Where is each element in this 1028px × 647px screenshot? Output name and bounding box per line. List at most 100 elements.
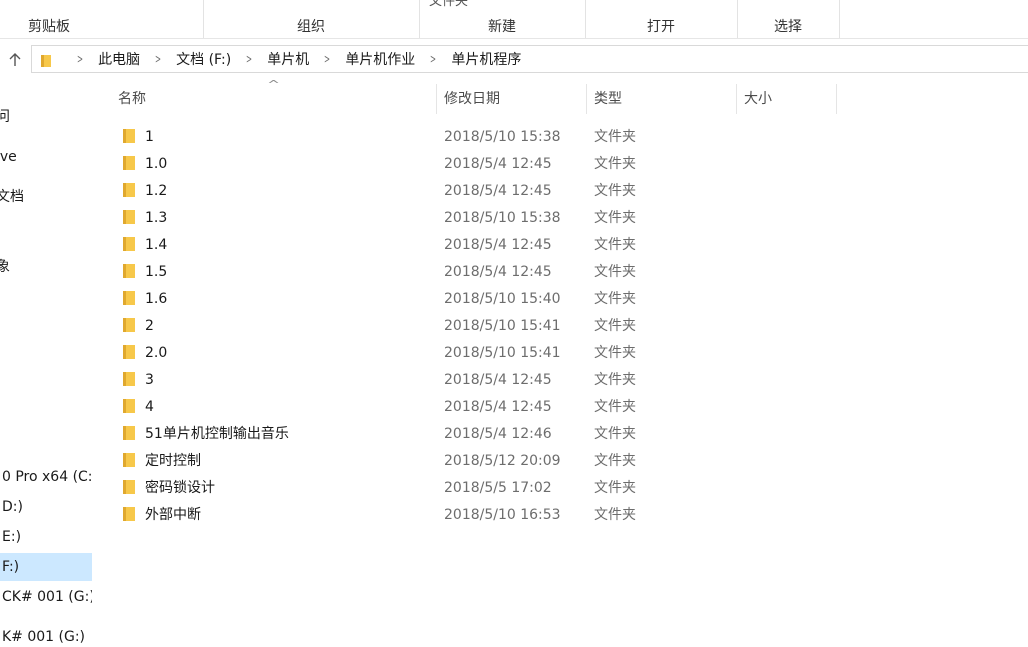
column-divider[interactable]: [736, 84, 737, 114]
folder-icon: [123, 344, 135, 360]
folder-icon: [123, 506, 135, 522]
table-row[interactable]: 外部中断 2018/5/10 16:53 文件夹: [96, 501, 856, 528]
file-date: 2018/5/5 17:02: [444, 480, 552, 496]
column-divider[interactable]: [836, 84, 837, 114]
folder-icon: [123, 236, 135, 252]
table-row[interactable]: 1.0 2018/5/4 12:45 文件夹: [96, 150, 856, 177]
file-type: 文件夹: [594, 264, 636, 280]
file-type: 文件夹: [594, 129, 636, 145]
file-type: 文件夹: [594, 507, 636, 523]
column-header-name[interactable]: 名称: [118, 80, 146, 116]
ribbon: 剪贴板 组织 文件夹 新建 打开 选择: [0, 0, 1028, 39]
file-name: 51单片机控制输出音乐: [145, 426, 289, 442]
folder-icon: [123, 317, 135, 333]
nav-item-label: 文档: [0, 189, 24, 205]
nav-item[interactable]: CK# 001 (G:): [0, 583, 92, 611]
table-row[interactable]: 3 2018/5/4 12:45 文件夹: [96, 366, 856, 393]
folder-icon: [123, 209, 135, 225]
table-row[interactable]: 51单片机控制输出音乐 2018/5/4 12:46 文件夹: [96, 420, 856, 447]
table-row[interactable]: 1.2 2018/5/4 12:45 文件夹: [96, 177, 856, 204]
nav-item-label: ive: [0, 149, 17, 165]
file-date: 2018/5/12 20:09: [444, 453, 561, 469]
ribbon-group-organize[interactable]: 组织: [203, 0, 420, 38]
address-bar[interactable]: > 此电脑 > 文档 (F:) > 单片机 > 单片机作业 > 单片机程序: [31, 45, 1028, 73]
file-name: 4: [145, 399, 154, 415]
folder-icon: [123, 128, 135, 144]
column-header-type[interactable]: 类型: [594, 80, 622, 116]
file-type: 文件夹: [594, 345, 636, 361]
file-type: 文件夹: [594, 453, 636, 469]
ribbon-group-clipboard[interactable]: 剪贴板: [0, 0, 204, 38]
nav-item-label: F:): [2, 559, 20, 575]
nav-item-label: D:): [2, 499, 23, 515]
file-type: 文件夹: [594, 237, 636, 253]
nav-item[interactable]: K# 001 (G:): [0, 623, 92, 647]
file-date: 2018/5/4 12:45: [444, 237, 552, 253]
table-row[interactable]: 密码锁设计 2018/5/5 17:02 文件夹: [96, 474, 856, 501]
table-row[interactable]: 1 2018/5/10 15:38 文件夹: [96, 123, 856, 150]
nav-item[interactable]: 0 Pro x64 (C:: [0, 463, 92, 491]
nav-item-label: CK# 001 (G:): [2, 589, 92, 605]
navigation-pane: 问 ive 文档象 0 Pro x64 (C: D:) E:) F:) CK# 001 (G:…: [0, 80, 92, 647]
nav-item[interactable]: 文档: [0, 183, 92, 211]
file-date: 2018/5/10 16:53: [444, 507, 561, 523]
file-name: 3: [145, 372, 154, 388]
chevron-right-icon[interactable]: >: [77, 52, 83, 66]
arrow-up-icon[interactable]: [4, 49, 26, 71]
file-type: 文件夹: [594, 183, 636, 199]
file-type: 文件夹: [594, 156, 636, 172]
nav-item[interactable]: 问: [0, 103, 92, 131]
ribbon-group-select[interactable]: 选择: [737, 0, 840, 38]
nav-item[interactable]: D:): [0, 493, 92, 521]
nav-item-label: 象: [0, 259, 10, 275]
chevron-right-icon[interactable]: >: [246, 52, 252, 66]
ribbon-group-open[interactable]: 打开: [585, 0, 738, 38]
file-name: 1: [145, 129, 154, 145]
nav-item[interactable]: ive: [0, 143, 92, 171]
table-row[interactable]: 定时控制 2018/5/12 20:09 文件夹: [96, 447, 856, 474]
file-name: 密码锁设计: [145, 480, 215, 496]
file-type: 文件夹: [594, 210, 636, 226]
breadcrumb-item[interactable]: 单片机: [267, 49, 309, 69]
breadcrumb-item[interactable]: 单片机作业: [345, 49, 415, 69]
file-name: 1.6: [145, 291, 168, 307]
table-row[interactable]: 2 2018/5/10 15:41 文件夹: [96, 312, 856, 339]
column-header-date[interactable]: 修改日期: [444, 80, 500, 116]
breadcrumb-item[interactable]: 此电脑: [98, 49, 140, 69]
nav-item[interactable]: E:): [0, 523, 92, 551]
table-row[interactable]: 1.4 2018/5/4 12:45 文件夹: [96, 231, 856, 258]
chevron-right-icon[interactable]: >: [155, 52, 161, 66]
folder-icon: [39, 54, 53, 67]
folder-icon: [123, 182, 135, 198]
address-row: > 此电脑 > 文档 (F:) > 单片机 > 单片机作业 > 单片机程序: [0, 40, 1028, 76]
breadcrumb-item[interactable]: 单片机程序: [451, 49, 521, 69]
ribbon-group-label: 组织: [297, 19, 325, 35]
table-row[interactable]: 4 2018/5/4 12:45 文件夹: [96, 393, 856, 420]
column-divider[interactable]: [436, 84, 437, 114]
folder-icon: [123, 290, 135, 306]
ribbon-group-label: 选择: [774, 19, 802, 35]
ribbon-group-label: 剪贴板: [28, 19, 70, 35]
nav-item[interactable]: 象: [0, 253, 92, 281]
file-type: 文件夹: [594, 426, 636, 442]
nav-item[interactable]: F:): [0, 553, 92, 581]
breadcrumb: > 此电脑 > 文档 (F:) > 单片机 > 单片机作业 > 单片机程序: [32, 46, 521, 72]
table-row[interactable]: 2.0 2018/5/10 15:41 文件夹: [96, 339, 856, 366]
ribbon-partial-label: 文件夹: [429, 0, 469, 9]
table-row[interactable]: 1.3 2018/5/10 15:38 文件夹: [96, 204, 856, 231]
breadcrumb-item[interactable]: 文档 (F:): [176, 49, 231, 69]
ribbon-group-new[interactable]: 文件夹 新建: [419, 0, 586, 38]
file-date: 2018/5/10 15:40: [444, 291, 561, 307]
file-date: 2018/5/4 12:45: [444, 264, 552, 280]
file-date: 2018/5/10 15:38: [444, 129, 561, 145]
chevron-right-icon[interactable]: >: [324, 52, 330, 66]
column-divider[interactable]: [586, 84, 587, 114]
file-type: 文件夹: [594, 291, 636, 307]
folder-icon: [123, 452, 135, 468]
chevron-right-icon[interactable]: >: [430, 52, 436, 66]
table-row[interactable]: 1.6 2018/5/10 15:40 文件夹: [96, 285, 856, 312]
file-date: 2018/5/4 12:45: [444, 183, 552, 199]
column-header-size[interactable]: 大小: [744, 80, 772, 116]
table-row[interactable]: 1.5 2018/5/4 12:45 文件夹: [96, 258, 856, 285]
sort-ascending-icon: ^: [267, 78, 281, 91]
